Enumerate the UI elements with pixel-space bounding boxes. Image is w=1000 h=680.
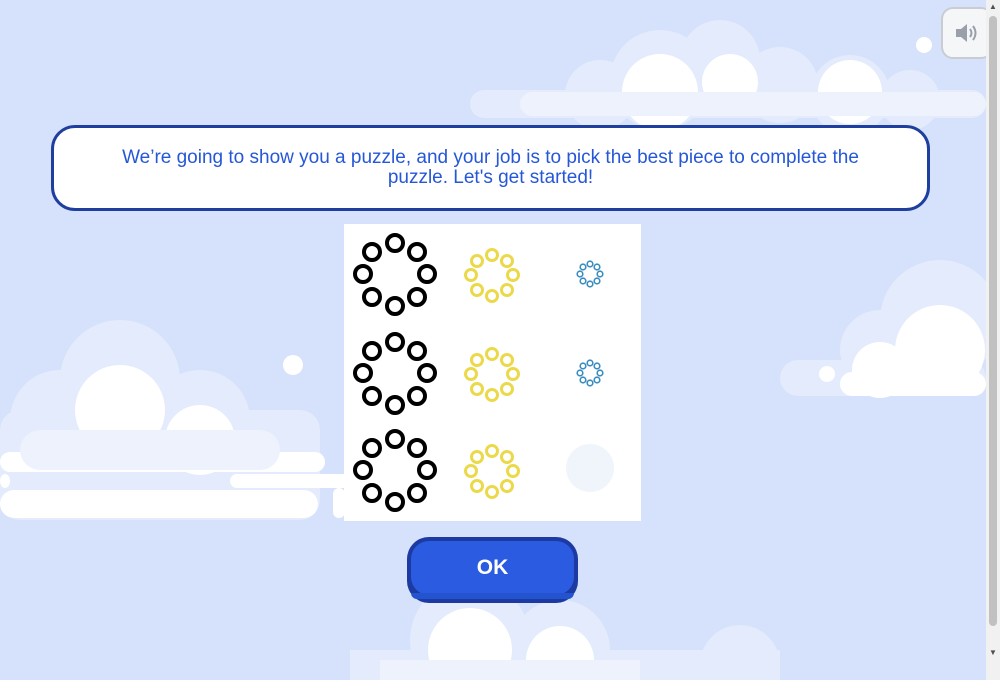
puzzle-cell-2-1: [353, 332, 437, 415]
puzzle-missing-piece: [566, 444, 614, 492]
vertical-scrollbar[interactable]: ▲ ▼: [986, 0, 1000, 680]
scrollbar-thumb[interactable]: [989, 16, 997, 626]
scroll-up-icon[interactable]: ▲: [986, 0, 1000, 14]
scroll-down-icon[interactable]: ▼: [986, 646, 1000, 660]
puzzle-cell-2-3: [576, 359, 604, 387]
instruction-text: We’re going to show you a puzzle, and yo…: [122, 147, 859, 188]
ok-button[interactable]: OK: [407, 537, 578, 603]
puzzle-cell-1-3: [576, 260, 604, 288]
puzzle-cell-1-2: [464, 248, 520, 303]
puzzle-grid: [344, 224, 641, 521]
puzzle-cell-3-1: [353, 429, 437, 512]
instruction-banner: We’re going to show you a puzzle, and yo…: [51, 125, 930, 211]
puzzle-cell-2-2: [464, 347, 520, 402]
puzzle-cell-3-2: [464, 444, 520, 499]
ok-button-label: OK: [411, 541, 574, 595]
puzzle-cell-1-1: [353, 233, 437, 316]
speaker-icon: [956, 24, 977, 42]
